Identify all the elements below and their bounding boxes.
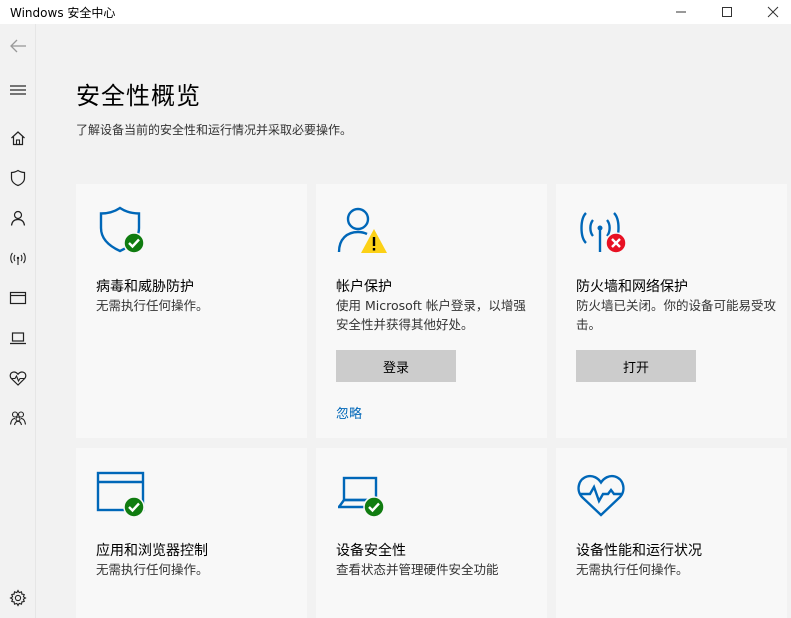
sidebar-item-virus-protection[interactable] — [0, 163, 35, 193]
close-button[interactable] — [750, 0, 791, 24]
gear-icon — [8, 589, 27, 607]
card-virus-protection[interactable]: 病毒和威胁防护 无需执行任何操作。 — [76, 184, 307, 438]
wifi-antenna-icon — [9, 252, 26, 265]
card-app-browser[interactable]: 应用和浏览器控制 无需执行任何操作。 — [76, 448, 307, 618]
sidebar-item-home[interactable] — [0, 123, 35, 153]
card-description: 使用 Microsoft 帐户登录，以增强安全性并获得其他好处。 — [336, 298, 526, 332]
maximize-icon — [722, 7, 732, 17]
family-icon — [9, 411, 26, 426]
card-account-protection[interactable]: 帐户保护 使用 Microsoft 帐户登录，以增强安全性并获得其他好处。 登录… — [316, 184, 547, 438]
sidebar-item-device-security[interactable] — [0, 323, 35, 353]
card-description: 无需执行任何操作。 — [96, 562, 209, 577]
hamburger-icon — [9, 85, 26, 95]
card-title: 防火墙和网络保护 — [576, 279, 688, 295]
heart-pulse-icon — [9, 371, 26, 386]
card-description: 查看状态并管理硬件安全功能 — [336, 562, 499, 577]
minimize-button[interactable] — [658, 0, 704, 24]
laptop-icon — [9, 332, 26, 345]
person-warning-icon — [336, 206, 392, 256]
sidebar — [0, 24, 36, 618]
main-content: 安全性概览 了解设备当前的安全性和运行情况并采取必要操作。 病毒和威胁防护 无需… — [36, 24, 791, 618]
laptop-check-icon — [336, 470, 392, 520]
turn-on-button[interactable]: 打开 — [576, 350, 696, 382]
card-title: 帐户保护 — [336, 279, 392, 295]
close-icon — [767, 6, 779, 18]
card-device-security[interactable]: 设备安全性 查看状态并管理硬件安全功能 — [316, 448, 547, 618]
card-description: 防火墙已关闭。你的设备可能易受攻击。 — [576, 298, 777, 332]
browser-window-icon — [9, 291, 26, 305]
card-firewall[interactable]: 防火墙和网络保护 防火墙已关闭。你的设备可能易受攻击。 打开 — [556, 184, 787, 438]
sidebar-item-firewall[interactable] — [0, 243, 35, 273]
card-description: 无需执行任何操作。 — [576, 562, 689, 577]
sidebar-item-device-performance[interactable] — [0, 363, 35, 393]
sidebar-item-account[interactable] — [0, 203, 35, 233]
card-device-performance[interactable]: 设备性能和运行状况 无需执行任何操作。 — [556, 448, 787, 618]
person-icon — [10, 210, 25, 226]
maximize-button[interactable] — [704, 0, 750, 24]
window-title: Windows 安全中心 — [10, 6, 116, 20]
sidebar-item-family[interactable] — [0, 403, 35, 433]
heart-pulse-icon — [576, 470, 632, 520]
card-title: 设备安全性 — [336, 543, 406, 559]
shield-icon — [10, 169, 25, 187]
minimize-icon — [676, 11, 686, 13]
home-icon — [10, 131, 25, 146]
sign-in-button[interactable]: 登录 — [336, 350, 456, 382]
wifi-error-icon — [576, 206, 632, 256]
page-subtitle: 了解设备当前的安全性和运行情况并采取必要操作。 — [76, 123, 353, 137]
browser-check-icon — [96, 470, 152, 520]
page-title: 安全性概览 — [76, 82, 201, 110]
sidebar-item-app-browser[interactable] — [0, 283, 35, 313]
card-title: 病毒和威胁防护 — [96, 279, 194, 295]
back-button[interactable] — [0, 31, 35, 61]
back-arrow-icon — [9, 39, 26, 53]
sidebar-item-settings[interactable] — [0, 583, 35, 613]
card-description: 无需执行任何操作。 — [96, 298, 209, 313]
menu-button[interactable] — [0, 75, 35, 105]
card-title: 设备性能和运行状况 — [576, 543, 702, 559]
shield-check-icon — [96, 206, 152, 256]
dismiss-link[interactable]: 忽略 — [336, 403, 362, 422]
card-title: 应用和浏览器控制 — [96, 543, 208, 559]
title-bar: Windows 安全中心 — [0, 0, 791, 24]
